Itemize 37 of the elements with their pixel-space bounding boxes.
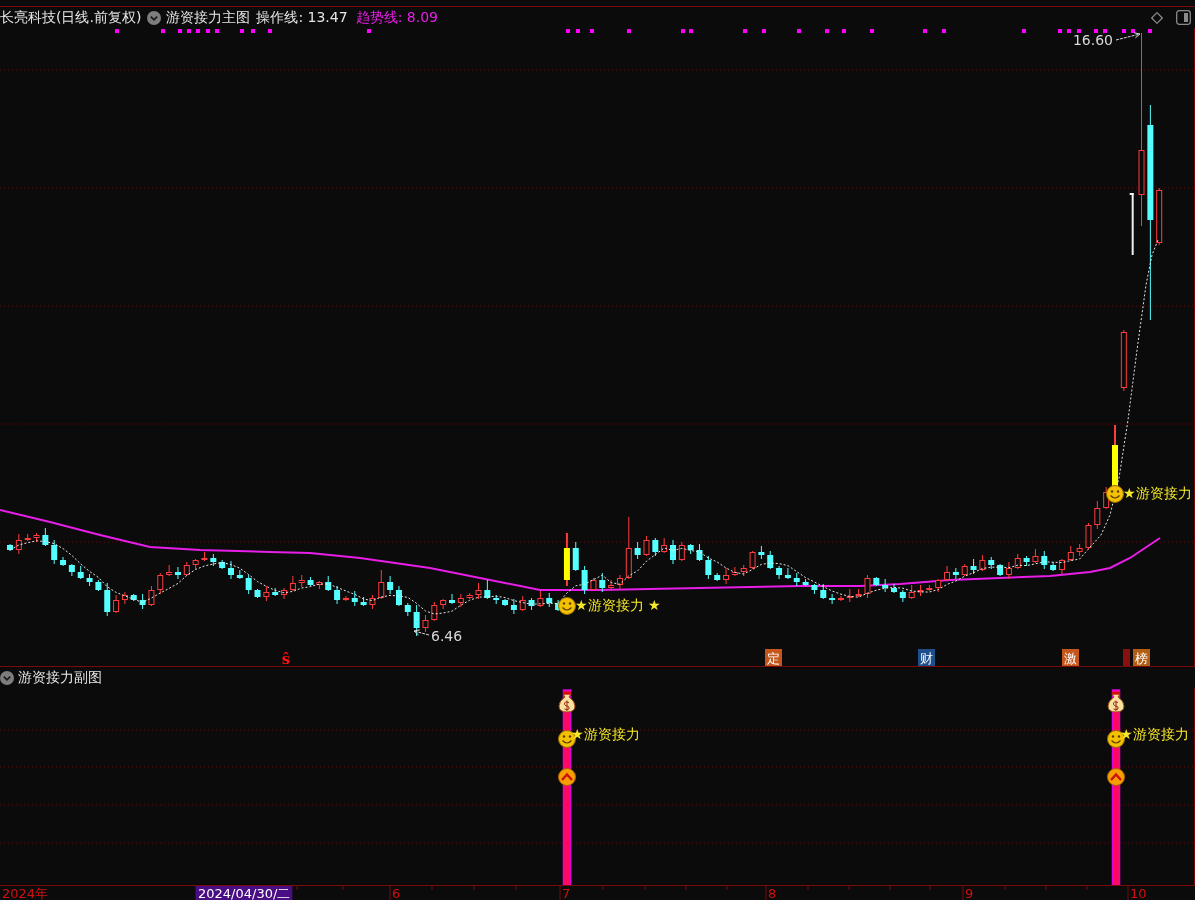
up-chevron-icon (558, 768, 576, 786)
signal-candle (563, 532, 570, 587)
signal-label: ★游资接力 ★ (575, 597, 661, 613)
chart-title: 长亮科技(日线.前复权) (0, 8, 142, 27)
legend-value: 操作线: 13.47 (256, 8, 348, 27)
leader-arrow (413, 629, 430, 636)
up-chevron-icon (1107, 768, 1125, 786)
high-price-label: 16.60 (1072, 32, 1113, 48)
axis-label: 2024年 (2, 886, 49, 900)
smiley-icon (1106, 485, 1124, 503)
money-bag-icon (558, 692, 576, 713)
panel-title: 游资接力副图 (18, 668, 102, 687)
smiley-icon (558, 597, 576, 615)
indicator-name: 游资接力主图 (166, 8, 251, 27)
money-bag-icon (1107, 692, 1125, 713)
signal-label: ★游资接力 (1123, 485, 1192, 501)
low-price-label: 6.46 (431, 628, 463, 644)
event-tag: 财 (918, 649, 935, 666)
signal-label: ★游资接力 (1120, 726, 1189, 742)
legend-value: 趋势线: 8.09 (355, 8, 438, 27)
dropdown-icon[interactable] (0, 670, 14, 685)
event-tag: 榜 (1133, 649, 1150, 666)
dropdown-icon[interactable] (147, 10, 162, 25)
axis-label: 9 (965, 886, 974, 900)
panel-icon[interactable] (1176, 10, 1191, 25)
signal-label: ★游资接力 (571, 726, 640, 742)
axis-label: 10 (1130, 886, 1147, 900)
limit-candle (1128, 192, 1135, 256)
axis-label: 6 (392, 886, 401, 900)
axis-label: 8 (768, 886, 777, 900)
axis-label: 7 (562, 886, 571, 900)
diamond-icon[interactable] (1151, 11, 1163, 24)
event-tag: 激 (1062, 649, 1079, 666)
event-tag: 定 (765, 649, 782, 666)
date-cursor-label: 2024/04/30/二 (196, 886, 293, 900)
leader-arrow (1115, 32, 1141, 41)
event-marker: ŝ (281, 650, 291, 666)
